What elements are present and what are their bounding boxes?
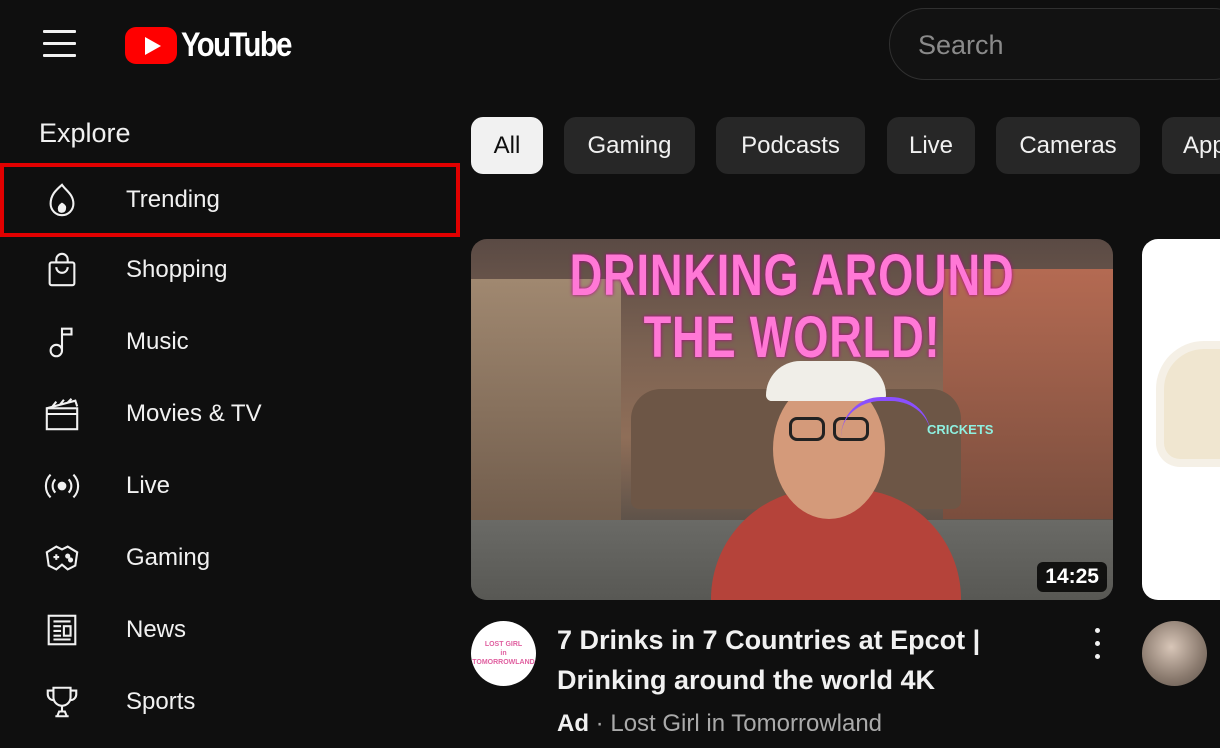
trending-flame-icon	[40, 178, 84, 222]
sidebar-item-label: Music	[126, 328, 189, 355]
sidebar-item-label: Shopping	[126, 256, 228, 283]
video-title[interactable]: 7 Drinks in 7 Countries at Epcot | Drink…	[557, 620, 1037, 700]
sidebar-item-label: Sports	[126, 688, 196, 715]
newspaper-icon	[40, 608, 84, 652]
youtube-logo[interactable]: YouTube	[125, 25, 309, 65]
chip-apps[interactable]: Apps	[1162, 117, 1220, 174]
game-controller-icon	[40, 536, 84, 580]
avatar-text: TOMORROWLAND	[472, 659, 535, 666]
sidebar-section-title: Explore	[39, 118, 131, 148]
shopping-bag-icon	[40, 248, 84, 292]
chip-gaming[interactable]: Gaming	[564, 117, 695, 174]
sidebar-item-label: Trending	[126, 186, 220, 213]
ad-badge: Ad	[557, 710, 589, 737]
chip-live[interactable]: Live	[887, 117, 975, 174]
sidebar-item-shopping[interactable]: Shopping	[2, 235, 458, 305]
chip-cameras[interactable]: Cameras	[996, 117, 1140, 174]
youtube-play-icon	[125, 26, 177, 64]
video-meta: Ad · Lost Girl in Tomorrowland	[557, 710, 882, 738]
sidebar-item-label: Live	[126, 472, 171, 499]
logo-text: YouTube	[181, 25, 292, 64]
video-thumbnail[interactable]: CRICKETS DRINKING AROUND THE WORLD! 14:2…	[471, 239, 1113, 600]
sidebar-item-sports[interactable]: Sports	[2, 667, 458, 737]
more-options-icon[interactable]	[1086, 624, 1110, 664]
video-duration: 14:25	[1037, 562, 1107, 592]
menu-icon[interactable]	[38, 26, 82, 62]
sidebar-item-trending[interactable]: Trending	[0, 163, 460, 237]
clapperboard-icon	[40, 392, 84, 436]
music-note-icon	[40, 320, 84, 364]
channel-avatar[interactable]: LOST GIRL in TOMORROWLAND	[471, 621, 536, 686]
sidebar-item-gaming[interactable]: Gaming	[2, 523, 458, 593]
sidebar-item-live[interactable]: Live	[2, 451, 458, 521]
sidebar-item-label: Gaming	[126, 544, 211, 571]
thumbnail-scene	[1164, 349, 1220, 459]
channel-name[interactable]: Lost Girl in Tomorrowland	[610, 710, 882, 737]
sidebar-item-label: News	[126, 616, 187, 643]
sidebar-item-music[interactable]: Music	[2, 307, 458, 377]
chip-podcasts[interactable]: Podcasts	[716, 117, 865, 174]
avatar-text: in	[500, 650, 507, 657]
sidebar-item-news[interactable]: News	[2, 595, 458, 665]
sidebar-item-label: Movies & TV	[126, 400, 262, 427]
channel-avatar[interactable]	[1142, 621, 1207, 686]
chip-all[interactable]: All	[471, 117, 543, 174]
meta-separator: ·	[595, 710, 604, 737]
trophy-icon	[40, 680, 84, 724]
thumbnail-annotation: CRICKETS	[927, 422, 994, 437]
video-thumbnail[interactable]	[1142, 239, 1220, 600]
thumbnail-person	[711, 359, 961, 600]
sidebar-item-movies-tv[interactable]: Movies & TV	[2, 379, 458, 449]
live-broadcast-icon	[40, 464, 84, 508]
search-input[interactable]	[918, 27, 1218, 63]
avatar-text: LOST GIRL	[484, 641, 523, 648]
search-box	[889, 8, 1220, 80]
thumbnail-title-text: DRINKING AROUND THE WORLD!	[569, 243, 1015, 370]
